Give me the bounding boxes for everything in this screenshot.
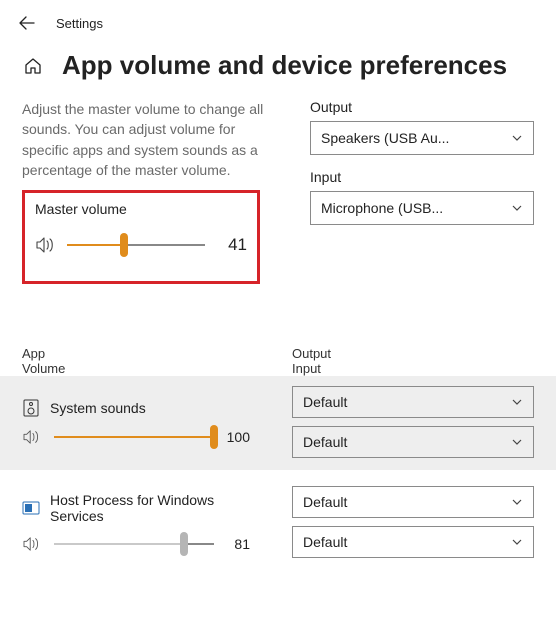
home-button[interactable]	[22, 55, 44, 77]
speaker-icon[interactable]	[35, 236, 57, 254]
master-volume-value: 41	[215, 235, 247, 255]
column-output-header: Output	[292, 346, 331, 361]
master-volume-label: Master volume	[35, 201, 247, 217]
app-row-system-sounds: System sounds 100	[0, 376, 556, 470]
speaker-icon[interactable]	[22, 536, 44, 552]
app-volume-value: 100	[224, 429, 250, 445]
input-device-dropdown[interactable]: Microphone (USB...	[310, 191, 534, 225]
app-volume-slider[interactable]	[54, 543, 214, 545]
chevron-down-icon	[511, 436, 523, 448]
description-text: Adjust the master volume to change all s…	[22, 99, 282, 180]
app-volume-value: 81	[224, 536, 250, 552]
chevron-down-icon	[511, 202, 523, 214]
chevron-down-icon	[511, 396, 523, 408]
page-title: App volume and device preferences	[62, 50, 507, 81]
window-title: Settings	[56, 16, 103, 31]
app-input-value: Default	[303, 534, 347, 550]
output-device-dropdown[interactable]: Speakers (USB Au...	[310, 121, 534, 155]
input-label: Input	[310, 169, 534, 185]
column-app-header: App	[22, 346, 45, 361]
app-input-dropdown[interactable]: Default	[292, 426, 534, 458]
speaker-icon[interactable]	[22, 429, 44, 445]
app-input-value: Default	[303, 434, 347, 450]
app-input-dropdown[interactable]: Default	[292, 526, 534, 558]
app-output-dropdown[interactable]: Default	[292, 486, 534, 518]
app-name: System sounds	[50, 400, 146, 416]
master-volume-section: Master volume 41	[22, 190, 260, 284]
master-volume-slider[interactable]	[67, 244, 205, 246]
app-volume-slider[interactable]	[54, 436, 214, 438]
app-output-value: Default	[303, 494, 347, 510]
input-device-value: Microphone (USB...	[321, 200, 443, 216]
output-label: Output	[310, 99, 534, 115]
app-name: Host Process for Windows Services	[50, 492, 250, 524]
app-output-dropdown[interactable]: Default	[292, 386, 534, 418]
chevron-down-icon	[511, 536, 523, 548]
arrow-left-icon	[19, 15, 35, 31]
host-process-icon	[22, 499, 40, 517]
app-output-value: Default	[303, 394, 347, 410]
column-input-header: Input	[292, 361, 534, 376]
output-device-value: Speakers (USB Au...	[321, 130, 449, 146]
home-icon	[23, 56, 43, 76]
system-sounds-icon	[22, 399, 40, 417]
back-button[interactable]	[18, 14, 36, 32]
chevron-down-icon	[511, 496, 523, 508]
column-volume-header: Volume	[22, 361, 292, 376]
app-row-host-process: Host Process for Windows Services 81	[22, 478, 534, 568]
chevron-down-icon	[511, 132, 523, 144]
